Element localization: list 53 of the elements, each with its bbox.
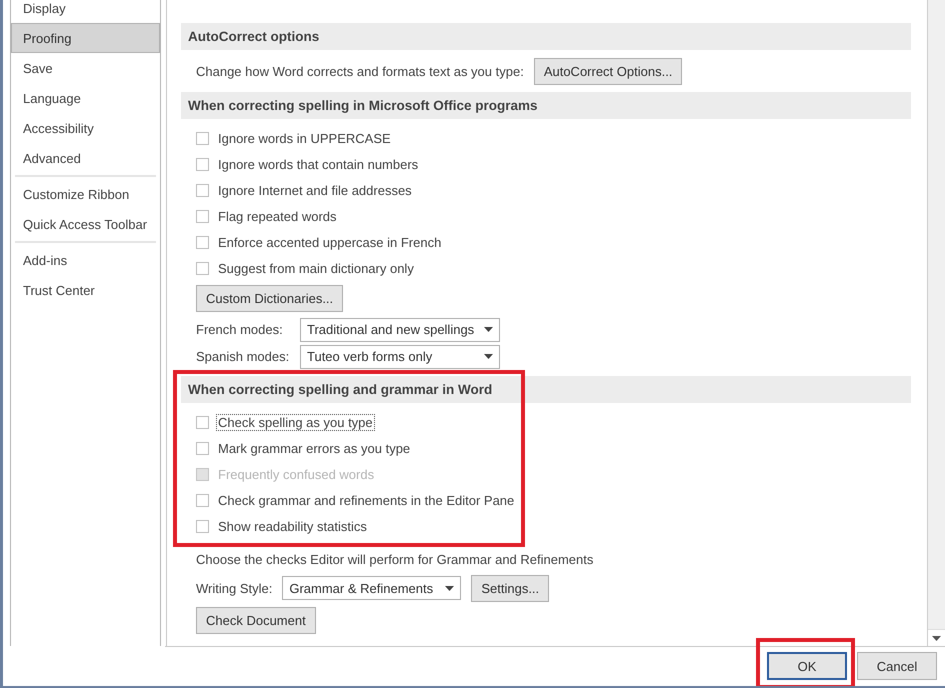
dropdown-arrow-icon <box>484 327 494 332</box>
dropdown[interactable]: Tuteo verb forms only <box>300 344 500 368</box>
checkbox[interactable] <box>196 442 209 454</box>
checkbox[interactable] <box>196 132 209 144</box>
checkbox-label: Enforce accented uppercase in French <box>217 234 442 250</box>
sidebar-item[interactable]: Accessibility <box>11 113 160 143</box>
checkbox-label: Flag repeated words <box>217 208 338 224</box>
dropdown[interactable]: Grammar & Refinements <box>282 576 462 600</box>
sidebar-item[interactable]: Language <box>11 83 160 113</box>
checkbox-label: Show readability statistics <box>217 518 368 534</box>
down-arrow-icon <box>932 636 941 640</box>
dialog-button[interactable]: Cancel <box>857 652 937 680</box>
scroll-down-button[interactable] <box>928 629 945 646</box>
checkbox[interactable] <box>196 210 209 222</box>
dropdown[interactable]: Traditional and new spellings <box>300 318 500 342</box>
section-heading: When correcting spelling in Microsoft Office programs <box>181 92 911 119</box>
note-text: Choose the checks Editor will perform for Grammar and Refinements <box>196 551 594 569</box>
checkbox-label: Check spelling as you type <box>216 414 375 430</box>
checkbox-label: Ignore words in UPPERCASE <box>217 130 392 146</box>
checkbox[interactable] <box>196 416 209 428</box>
checkbox-label: Suggest from main dictionary only <box>217 260 415 276</box>
sidebar-item[interactable]: Trust Center <box>11 275 160 305</box>
checkbox[interactable] <box>196 184 209 196</box>
dialog-button[interactable]: Check Document <box>196 607 316 634</box>
dropdown-arrow-icon <box>484 354 493 359</box>
checkbox[interactable] <box>196 262 209 274</box>
dropdown-label: Writing Style: <box>196 580 272 596</box>
autocorrect-options-button[interactable]: AutoCorrect Options... <box>534 58 682 84</box>
checkbox-label: Check grammar and refinements in the Editor Pane <box>217 492 516 508</box>
sidebar-item[interactable]: Customize Ribbon <box>11 179 160 209</box>
dialog-button[interactable]: Custom Dictionaries... <box>196 285 344 312</box>
sidebar-item[interactable]: Save <box>11 53 160 83</box>
checkbox-label: Frequently confused words <box>217 466 376 482</box>
option-description: Change how Word corrects and formats text as you type: <box>196 64 524 78</box>
sidebar-item[interactable]: Quick Access Toolbar <box>11 209 160 239</box>
sidebar-item[interactable]: Advanced <box>11 143 160 173</box>
checkbox[interactable] <box>196 494 209 506</box>
dropdown-arrow-icon <box>445 586 454 590</box>
dialog-button[interactable]: OK <box>767 652 847 680</box>
section-heading: When correcting spelling and grammar in Word <box>181 376 911 403</box>
checkbox[interactable] <box>196 158 209 170</box>
sidebar-item[interactable]: Proofing <box>11 23 160 53</box>
section-heading: AutoCorrect options <box>181 23 911 50</box>
settings-button[interactable]: Settings... <box>471 574 550 602</box>
dropdown-label: Spanish modes: <box>196 349 290 364</box>
dropdown-label: French modes: <box>196 322 284 337</box>
checkbox-label: Ignore Internet and file addresses <box>217 182 413 198</box>
sidebar-item[interactable]: Display <box>11 0 160 23</box>
sidebar-item[interactable]: Add-ins <box>11 245 160 275</box>
checkbox[interactable] <box>196 520 209 532</box>
checkbox-label: Ignore words that contain numbers <box>217 156 420 172</box>
checkbox-label: Mark grammar errors as you type <box>217 440 412 456</box>
checkbox[interactable] <box>196 236 209 248</box>
